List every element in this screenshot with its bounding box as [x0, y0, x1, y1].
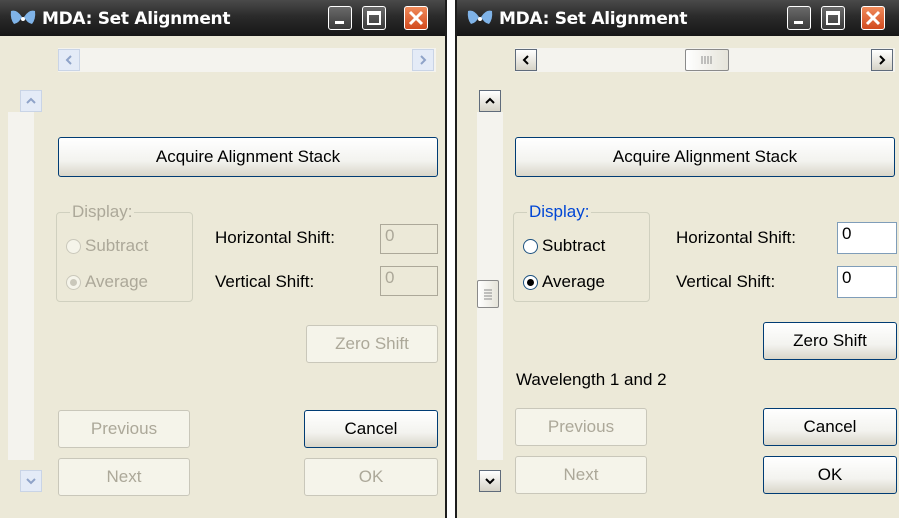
title-bar[interactable]: MDA: Set Alignment	[0, 0, 445, 36]
app-logo-icon	[467, 10, 493, 24]
horizontal-shift-input[interactable]: 0	[837, 222, 897, 254]
scroll-down-button[interactable]	[479, 470, 501, 492]
zero-shift-button[interactable]: Zero Shift	[306, 325, 438, 363]
maximize-icon	[367, 11, 381, 25]
radio-subtract[interactable]: Subtract	[66, 236, 148, 256]
cancel-button[interactable]: Cancel	[304, 410, 438, 448]
horizontal-shift-label: Horizontal Shift:	[215, 228, 335, 247]
previous-button[interactable]: Previous	[58, 410, 190, 448]
minimize-button[interactable]	[787, 6, 811, 30]
radio-average-label: Average	[542, 272, 606, 291]
scroll-down-button[interactable]	[20, 470, 42, 492]
arrow-down-icon	[26, 478, 36, 485]
close-icon	[865, 10, 881, 26]
vertical-scroll-thumb[interactable]	[477, 280, 499, 308]
close-icon	[408, 10, 424, 26]
display-legend: Display:	[70, 202, 135, 222]
radio-circle	[66, 274, 81, 290]
radio-circle	[523, 274, 538, 290]
arrow-down-icon	[485, 478, 495, 485]
cancel-button[interactable]: Cancel	[763, 408, 897, 446]
app-logo-icon	[10, 10, 36, 24]
scroll-right-button[interactable]	[412, 49, 434, 71]
zero-shift-button[interactable]: Zero Shift	[763, 322, 897, 360]
left-dialog-window: MDA: Set Alignment Acquire Alignment Sta…	[0, 0, 447, 518]
scroll-thumb-grip-icon	[701, 56, 712, 64]
radio-circle	[523, 238, 538, 254]
arrow-up-icon	[485, 97, 495, 104]
scroll-right-button[interactable]	[871, 49, 893, 71]
arrow-right-icon	[420, 55, 427, 65]
maximize-button[interactable]	[821, 6, 845, 30]
horizontal-scrollbar[interactable]	[515, 48, 895, 72]
title-bar[interactable]: MDA: Set Alignment	[457, 0, 899, 36]
horizontal-shift-label: Horizontal Shift:	[676, 228, 796, 247]
scroll-left-button[interactable]	[515, 49, 537, 71]
radio-subtract-label: Subtract	[542, 236, 606, 255]
ok-button[interactable]: OK	[763, 456, 897, 494]
acquire-alignment-stack-button[interactable]: Acquire Alignment Stack	[515, 137, 895, 177]
next-button[interactable]: Next	[58, 458, 190, 496]
window-title: MDA: Set Alignment	[499, 9, 688, 29]
radio-average-label: Average	[85, 272, 149, 291]
arrow-up-icon	[26, 97, 36, 104]
close-button[interactable]	[861, 6, 885, 30]
radio-selected-dot	[70, 278, 77, 286]
maximize-button[interactable]	[362, 6, 386, 30]
scroll-thumb-grip-icon	[484, 289, 492, 300]
minimize-icon	[335, 21, 344, 24]
radio-circle	[66, 238, 81, 254]
vertical-shift-input[interactable]: 0	[380, 266, 438, 296]
arrow-left-icon	[522, 55, 529, 65]
vertical-scrollbar[interactable]	[8, 112, 34, 460]
scroll-up-button[interactable]	[20, 90, 42, 112]
vertical-shift-label: Vertical Shift:	[676, 272, 776, 291]
next-button[interactable]: Next	[515, 456, 647, 494]
vertical-scrollbar[interactable]	[477, 112, 503, 460]
radio-selected-dot	[527, 278, 534, 286]
radio-average[interactable]: Average	[66, 272, 148, 292]
radio-subtract-label: Subtract	[85, 236, 149, 255]
right-dialog-window: MDA: Set Alignment Acquire Alignment Sta…	[455, 0, 899, 518]
radio-average[interactable]: Average	[523, 272, 605, 292]
arrow-right-icon	[879, 55, 886, 65]
acquire-alignment-stack-button[interactable]: Acquire Alignment Stack	[58, 137, 438, 177]
arrow-left-icon	[65, 55, 72, 65]
horizontal-shift-input[interactable]: 0	[380, 224, 438, 254]
radio-subtract[interactable]: Subtract	[523, 236, 605, 256]
maximize-icon	[826, 11, 840, 25]
scroll-left-button[interactable]	[58, 49, 80, 71]
minimize-icon	[794, 21, 803, 24]
wavelength-label: Wavelength 1 and 2	[516, 370, 667, 389]
display-legend: Display:	[527, 202, 592, 222]
horizontal-scrollbar[interactable]	[58, 48, 436, 72]
scroll-up-button[interactable]	[479, 90, 501, 112]
vertical-shift-input[interactable]: 0	[837, 266, 897, 298]
window-title: MDA: Set Alignment	[42, 9, 231, 29]
previous-button[interactable]: Previous	[515, 408, 647, 446]
horizontal-scroll-thumb[interactable]	[685, 49, 729, 71]
close-button[interactable]	[404, 6, 428, 30]
ok-button[interactable]: OK	[304, 458, 438, 496]
minimize-button[interactable]	[328, 6, 352, 30]
vertical-shift-label: Vertical Shift:	[215, 272, 315, 291]
